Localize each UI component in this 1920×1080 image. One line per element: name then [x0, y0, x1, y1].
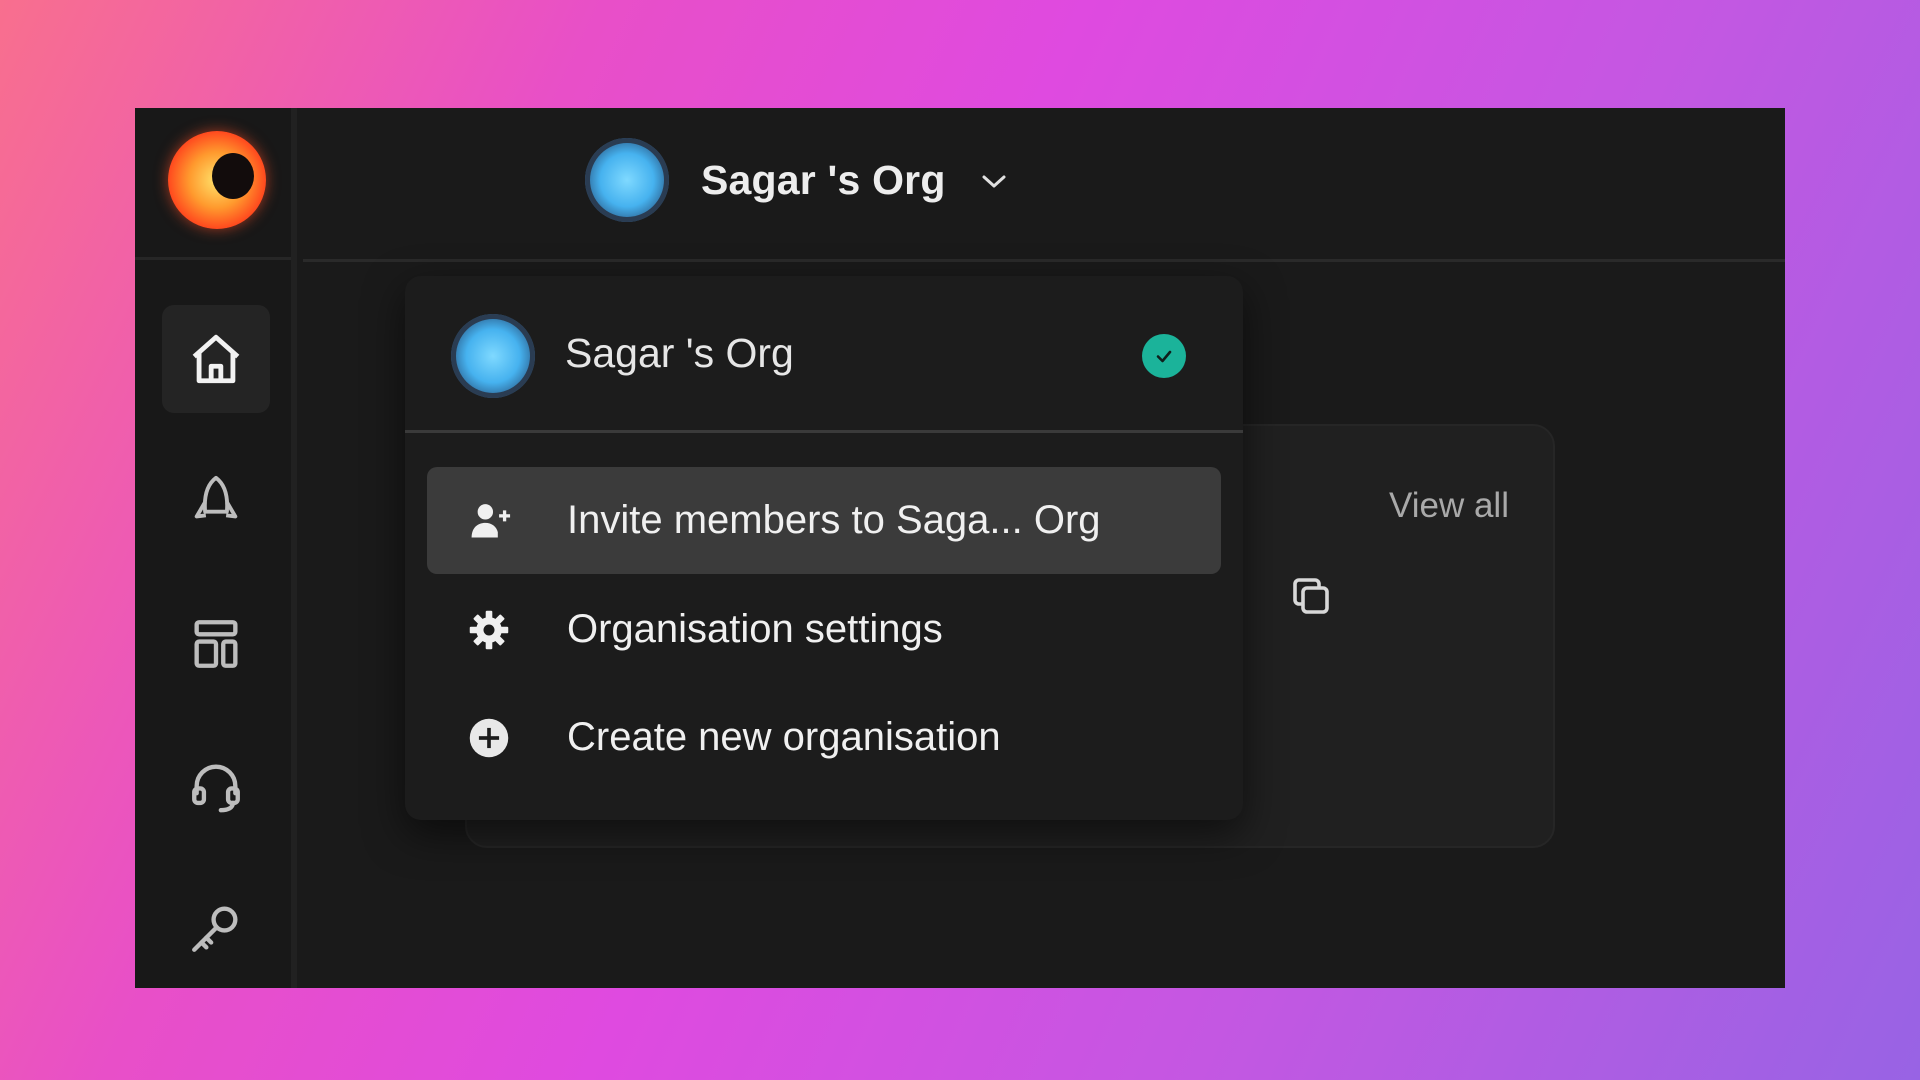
- org-name: Sagar 's Org: [701, 156, 946, 203]
- check-icon: [1142, 334, 1186, 378]
- sidebar-item-api-keys[interactable]: [162, 874, 270, 982]
- logo-container: [135, 108, 291, 260]
- sidebar-item-home[interactable]: [162, 305, 270, 413]
- view-all-link[interactable]: View all: [1389, 486, 1509, 526]
- org-avatar: [451, 314, 535, 398]
- chevron-down-icon: [978, 163, 1010, 198]
- rocket-icon: [194, 475, 238, 519]
- sidebar: [135, 108, 297, 988]
- top-bar: Sagar 's Org: [303, 108, 1785, 262]
- app-logo[interactable]: [168, 131, 266, 229]
- org-dropdown-menu: Sagar 's Org Invite members to Saga... O…: [405, 276, 1243, 820]
- key-icon: [192, 906, 238, 952]
- headset-icon: [192, 764, 240, 813]
- add-user-icon: [467, 499, 511, 543]
- gear-icon: [467, 608, 511, 652]
- plus-circle-icon: [467, 716, 511, 760]
- sidebar-item-dashboard[interactable]: [162, 590, 270, 698]
- menu-item-label: Organisation settings: [567, 607, 943, 651]
- sidebar-item-support[interactable]: [162, 732, 270, 840]
- copy-icon[interactable]: [1287, 572, 1335, 620]
- app-window: Sagar 's Org View all Sagar 's Org Invit…: [135, 108, 1785, 988]
- menu-item-label: Create new organisation: [567, 715, 1001, 759]
- dropdown-org-name: Sagar 's Org: [565, 330, 794, 376]
- organisation-settings-item[interactable]: Organisation settings: [427, 576, 1221, 683]
- invite-members-item[interactable]: Invite members to Saga... Org: [427, 467, 1221, 574]
- layout-icon: [194, 620, 238, 668]
- menu-item-label: Invite members to Saga... Org: [567, 498, 1101, 542]
- org-switcher[interactable]: Sagar 's Org: [585, 138, 1010, 222]
- dropdown-current-org[interactable]: Sagar 's Org: [405, 276, 1243, 433]
- home-icon: [192, 334, 240, 384]
- create-organisation-item[interactable]: Create new organisation: [427, 684, 1221, 791]
- sidebar-item-deploy[interactable]: [162, 448, 270, 556]
- org-avatar: [585, 138, 669, 222]
